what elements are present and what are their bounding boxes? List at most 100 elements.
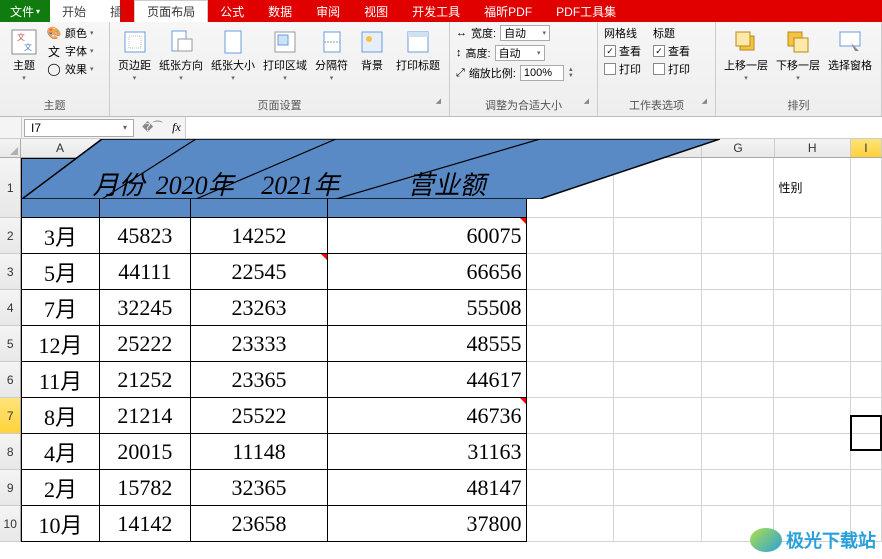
cell-A5[interactable]: 12月	[21, 326, 99, 362]
cell-B10[interactable]: 14142	[100, 506, 192, 542]
cell-I9[interactable]	[851, 470, 882, 506]
cell-H4[interactable]	[774, 290, 850, 326]
tab-developer[interactable]: 开发工具	[400, 0, 472, 22]
cell-C7[interactable]: 25522	[191, 398, 327, 434]
cell-E8[interactable]	[527, 434, 615, 470]
col-header-E[interactable]: E	[527, 139, 615, 157]
orientation-button[interactable]: 纸张方向▾	[157, 24, 205, 84]
cell-E7[interactable]	[527, 398, 615, 434]
cell-H1[interactable]: 性别	[774, 158, 850, 218]
cell-G9[interactable]	[702, 470, 774, 506]
cell-G3[interactable]	[702, 254, 774, 290]
cell-D2[interactable]: 60075	[328, 218, 527, 254]
cell-D9[interactable]: 48147	[328, 470, 527, 506]
height-select[interactable]: 自动▾	[495, 45, 545, 61]
cell-E3[interactable]	[527, 254, 615, 290]
name-box[interactable]: I7 ▾	[24, 119, 134, 137]
cell-A7[interactable]: 8月	[21, 398, 99, 434]
col-header-F[interactable]: F	[615, 139, 703, 157]
cell-F9[interactable]	[614, 470, 702, 506]
cell-D3[interactable]: 66656	[328, 254, 527, 290]
cell-C5[interactable]: 23333	[191, 326, 327, 362]
cell-B2[interactable]: 45823	[100, 218, 192, 254]
cell-I3[interactable]	[851, 254, 882, 290]
cell-H5[interactable]	[774, 326, 850, 362]
cell-H6[interactable]	[774, 362, 850, 398]
cell-I7[interactable]	[851, 398, 882, 434]
cell-G5[interactable]	[702, 326, 774, 362]
select-all-corner[interactable]	[0, 139, 21, 157]
col-header-G[interactable]: G	[702, 139, 774, 157]
theme-effects-button[interactable]: ◯ 效果 ▾	[46, 60, 94, 78]
row-header-8[interactable]: 8	[0, 434, 21, 470]
theme-colors-button[interactable]: 🎨 颜色 ▾	[46, 24, 94, 42]
tab-pdf-toolkit[interactable]: PDF工具集	[544, 0, 628, 22]
print-area-button[interactable]: 打印区域▾	[261, 24, 309, 84]
tab-home[interactable]: 开始	[50, 0, 98, 22]
width-select[interactable]: 自动▾	[500, 25, 550, 41]
cell-I6[interactable]	[851, 362, 882, 398]
row-header-7[interactable]: 7	[0, 398, 21, 434]
cell-I2[interactable]	[851, 218, 882, 254]
cell-H9[interactable]	[774, 470, 850, 506]
group-page-setup-label[interactable]: 页面设置	[116, 96, 443, 114]
cell-E2[interactable]	[527, 218, 615, 254]
cell-A9[interactable]: 2月	[21, 470, 99, 506]
row-header-2[interactable]: 2	[0, 218, 21, 254]
cell-C6[interactable]: 23365	[191, 362, 327, 398]
tab-review[interactable]: 审阅	[304, 0, 352, 22]
cell-G6[interactable]	[702, 362, 774, 398]
cell-C2[interactable]: 14252	[191, 218, 327, 254]
cell-D4[interactable]: 55508	[328, 290, 527, 326]
cell-F7[interactable]	[614, 398, 702, 434]
cell-E4[interactable]	[527, 290, 615, 326]
cell-G2[interactable]	[702, 218, 774, 254]
cell-G8[interactable]	[702, 434, 774, 470]
fx-expand-icon[interactable]: �⁀	[136, 121, 168, 134]
cell-B7[interactable]: 21214	[100, 398, 192, 434]
cell-A3[interactable]: 5月	[21, 254, 99, 290]
headings-print-checkbox[interactable]: 打印	[653, 60, 690, 78]
print-titles-button[interactable]: 打印标题	[394, 24, 442, 74]
cell-C3[interactable]: 22545	[191, 254, 327, 290]
cell-F4[interactable]	[614, 290, 702, 326]
cell-I5[interactable]	[851, 326, 882, 362]
cell-E1[interactable]	[527, 158, 615, 218]
cell-F8[interactable]	[614, 434, 702, 470]
col-header-B[interactable]: B	[100, 139, 192, 157]
cell-E9[interactable]	[527, 470, 615, 506]
row-header-4[interactable]: 4	[0, 290, 21, 326]
themes-button[interactable]: 文文 主题 ▾	[6, 24, 42, 84]
cell-F2[interactable]	[614, 218, 702, 254]
cell-D7[interactable]: 46736	[328, 398, 527, 434]
row-header-5[interactable]: 5	[0, 326, 21, 362]
cell-H8[interactable]	[774, 434, 850, 470]
col-header-I[interactable]: I	[851, 139, 882, 157]
cell-B9[interactable]: 15782	[100, 470, 192, 506]
cell-G1[interactable]	[702, 158, 774, 218]
zoom-input[interactable]: 100%	[520, 65, 564, 81]
theme-fonts-button[interactable]: 文 字体 ▾	[46, 42, 94, 60]
cell-H2[interactable]	[774, 218, 850, 254]
cell-B3[interactable]: 44111	[100, 254, 192, 290]
cell-E5[interactable]	[527, 326, 615, 362]
row-header-6[interactable]: 6	[0, 362, 21, 398]
tab-view[interactable]: 视图	[352, 0, 400, 22]
cell-E6[interactable]	[527, 362, 615, 398]
tab-foxit-pdf[interactable]: 福昕PDF	[472, 0, 544, 22]
formula-input[interactable]	[185, 117, 882, 138]
cell-A10[interactable]: 10月	[21, 506, 99, 542]
cell-C4[interactable]: 23263	[191, 290, 327, 326]
margins-button[interactable]: 页边距▾	[116, 24, 153, 84]
cell-A2[interactable]: 3月	[21, 218, 99, 254]
cell-C9[interactable]: 32365	[191, 470, 327, 506]
col-header-C[interactable]: C	[191, 139, 328, 157]
cell-E10[interactable]	[527, 506, 615, 542]
cell-D8[interactable]: 31163	[328, 434, 527, 470]
row-header-1[interactable]: 1	[0, 158, 21, 218]
tab-page-layout[interactable]: 页面布局	[134, 0, 208, 22]
cell-D10[interactable]: 37800	[328, 506, 527, 542]
group-sheet-options-label[interactable]: 工作表选项	[604, 96, 709, 114]
gridlines-view-checkbox[interactable]: ✓查看	[604, 42, 641, 60]
background-button[interactable]: 背景	[354, 24, 390, 74]
